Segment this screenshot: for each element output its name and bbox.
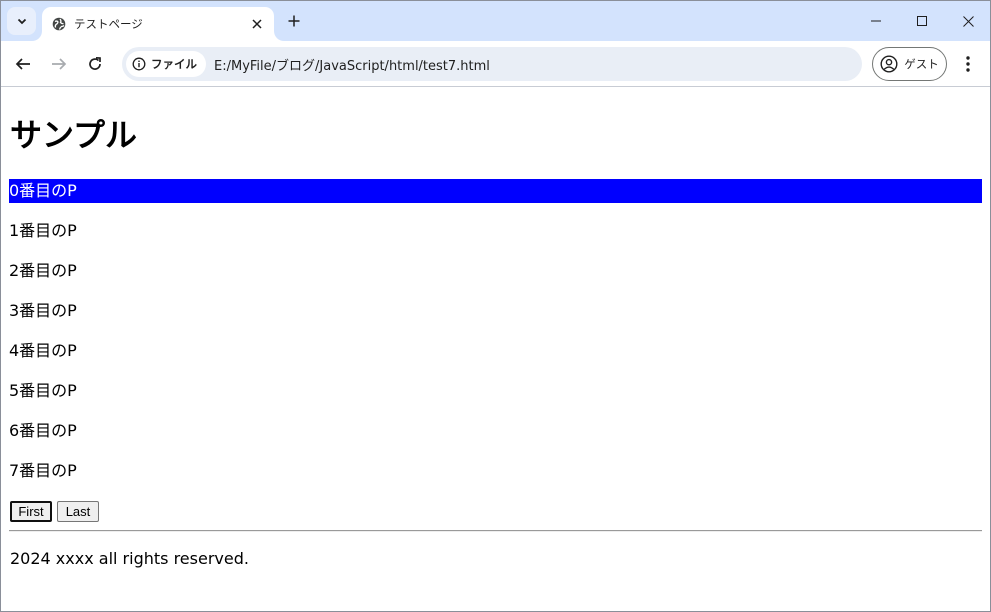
minimize-button[interactable] — [853, 1, 899, 41]
first-button[interactable]: First — [10, 501, 52, 522]
maximize-button[interactable] — [899, 1, 945, 41]
paragraph-5: 5番目のP — [9, 381, 77, 400]
profile-button[interactable]: ゲスト — [872, 47, 947, 81]
paragraph-0: 0番目のP — [9, 179, 982, 203]
more-vertical-icon — [966, 56, 970, 72]
info-icon — [132, 57, 146, 71]
footer-text: 2024 xxxx all rights reserved. — [10, 549, 249, 568]
page-content: サンプル 0番目のP 1番目のP 2番目のP 3番目のP 4番目のP 5番目のP… — [1, 88, 990, 611]
paragraph-4: 4番目のP — [9, 341, 77, 360]
profile-label: ゲスト — [904, 57, 939, 71]
minimize-icon — [871, 20, 881, 22]
arrow-right-icon — [52, 58, 67, 70]
address-bar[interactable]: ファイル E:/MyFile/ブログ/JavaScript/html/test7… — [122, 47, 862, 81]
site-info-chip[interactable]: ファイル — [126, 51, 206, 77]
account-icon — [880, 55, 898, 73]
chevron-down-icon — [17, 18, 26, 25]
last-button[interactable]: Last — [57, 501, 99, 522]
close-window-button[interactable] — [945, 1, 990, 41]
back-button[interactable] — [10, 51, 36, 77]
tab-title: テストページ — [74, 17, 143, 31]
divider — [9, 530, 982, 532]
paragraph-6: 6番目のP — [9, 421, 77, 440]
globe-icon — [52, 17, 66, 31]
forward-button[interactable] — [46, 51, 72, 77]
new-tab-button[interactable] — [283, 10, 305, 32]
maximize-icon — [917, 16, 927, 26]
browser-window: テストページ ファイル E:/MyFile/ブログ/JavaScript/htm… — [0, 0, 991, 612]
reload-icon — [89, 56, 101, 70]
paragraph-2: 2番目のP — [9, 261, 77, 280]
close-tab-icon[interactable] — [246, 13, 268, 35]
tab-active[interactable]: テストページ — [42, 7, 274, 41]
site-chip-label: ファイル — [151, 57, 197, 71]
tab-strip: テストページ — [1, 1, 990, 41]
close-icon — [962, 15, 974, 27]
menu-button[interactable] — [956, 51, 980, 77]
paragraph-7: 7番目のP — [9, 461, 77, 480]
browser-toolbar: ファイル E:/MyFile/ブログ/JavaScript/html/test7… — [1, 41, 990, 87]
paragraph-1: 1番目のP — [9, 221, 77, 240]
plus-icon — [288, 15, 300, 27]
arrow-left-icon — [15, 58, 30, 70]
page-title: サンプル — [10, 116, 138, 154]
paragraph-3: 3番目のP — [9, 301, 77, 320]
reload-button[interactable] — [82, 51, 108, 77]
url-text[interactable]: E:/MyFile/ブログ/JavaScript/html/test7.html — [214, 55, 490, 74]
